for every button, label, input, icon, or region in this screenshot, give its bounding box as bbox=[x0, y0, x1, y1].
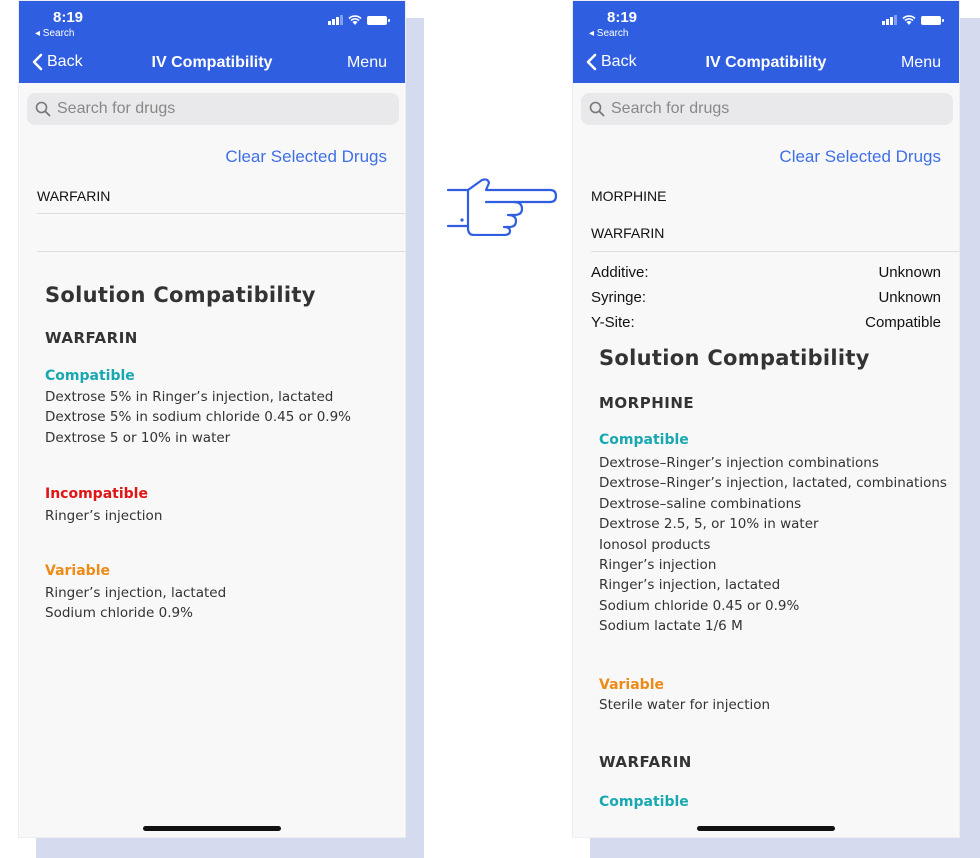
menu-button[interactable]: Menu bbox=[347, 54, 387, 72]
row-value: Unknown bbox=[878, 264, 941, 281]
back-label: Back bbox=[47, 53, 83, 70]
wifi-icon bbox=[348, 15, 362, 25]
variable-list: Ringer’s injection, lactated Sodium chlo… bbox=[45, 583, 226, 624]
list-item: Sodium lactate 1/6 M bbox=[599, 618, 743, 635]
search-bar[interactable] bbox=[581, 93, 953, 125]
search-bar[interactable] bbox=[27, 93, 399, 125]
row-value: Unknown bbox=[878, 289, 941, 306]
compatible-label: Compatible bbox=[45, 368, 135, 384]
system-status-icons bbox=[328, 15, 390, 25]
chevron-left-icon bbox=[586, 53, 597, 71]
list-item: Ringer’s injection, lactated bbox=[599, 577, 781, 594]
list-item: Dextrose 5% in Ringer’s injection, lacta… bbox=[45, 389, 334, 405]
list-item: Ringer’s injection, lactated bbox=[45, 585, 227, 601]
variable-label: Variable bbox=[45, 563, 110, 579]
compatible-list: Dextrose–Ringer’s injection combinations… bbox=[599, 453, 947, 637]
divider bbox=[591, 251, 959, 252]
nav-header: 8:19 ◂ Search Back IV Compatibility Menu bbox=[19, 1, 405, 83]
syringe-row: Syringe: Unknown bbox=[591, 289, 941, 306]
compatible-label: Compatible bbox=[599, 432, 689, 448]
y-site-row: Y-Site: Compatible bbox=[591, 314, 941, 331]
home-indicator bbox=[697, 826, 835, 831]
clear-selected-drugs-button[interactable]: Clear Selected Drugs bbox=[779, 147, 941, 167]
system-status-icons bbox=[882, 15, 944, 25]
battery-icon bbox=[921, 16, 944, 25]
battery-icon bbox=[367, 16, 390, 25]
chevron-left-icon bbox=[32, 53, 43, 71]
back-to-app-link[interactable]: ◂ Search bbox=[35, 28, 74, 39]
right-phone-screen: 8:19 ◂ Search Back IV Compatibility Menu… bbox=[572, 0, 960, 838]
selected-drug-item[interactable]: WARFARIN bbox=[37, 188, 110, 204]
home-indicator bbox=[143, 826, 281, 831]
divider bbox=[37, 213, 405, 214]
clear-selected-drugs-button[interactable]: Clear Selected Drugs bbox=[225, 147, 387, 167]
drug-heading: WARFARIN bbox=[599, 753, 692, 771]
list-item: Dextrose–Ringer’s injection combinations bbox=[599, 455, 879, 471]
list-item: Sterile water for injection bbox=[599, 697, 771, 713]
list-item: Dextrose 5 or 10% in water bbox=[45, 429, 231, 446]
status-time: 8:19 bbox=[53, 9, 84, 26]
row-label: Syringe: bbox=[591, 289, 647, 306]
list-item: Dextrose–Ringer’s injection, lactated, c… bbox=[599, 475, 947, 492]
search-input[interactable] bbox=[57, 100, 377, 118]
row-value: Compatible bbox=[865, 314, 941, 331]
additive-row: Additive: Unknown bbox=[591, 264, 941, 281]
list-item: Ionosol products bbox=[599, 536, 711, 553]
back-button[interactable]: Back bbox=[585, 53, 637, 71]
list-item: Dextrose 5% in sodium chloride 0.45 or 0… bbox=[45, 409, 352, 426]
solution-compatibility-heading: Solution Compatibility bbox=[45, 283, 316, 307]
back-button[interactable]: Back bbox=[31, 53, 83, 71]
list-item: Dextrose–saline combinations bbox=[599, 495, 802, 512]
drug-heading: WARFARIN bbox=[45, 329, 138, 347]
variable-list: Sterile water for injection bbox=[599, 695, 770, 715]
list-item: Ringer’s injection bbox=[599, 557, 717, 574]
row-label: Y-Site: bbox=[591, 314, 635, 331]
signal-icon bbox=[328, 15, 343, 25]
wifi-icon bbox=[902, 15, 916, 25]
compatible-list: Dextrose 5% in Ringer’s injection, lacta… bbox=[45, 387, 351, 448]
back-label: Back bbox=[601, 53, 637, 70]
menu-button[interactable]: Menu bbox=[901, 54, 941, 72]
selected-drug-item[interactable]: MORPHINE bbox=[591, 188, 666, 204]
compatible-label: Compatible bbox=[599, 794, 689, 810]
incompatible-list: Ringer’s injection bbox=[45, 506, 162, 526]
pointing-hand-icon bbox=[446, 178, 558, 236]
row-label: Additive: bbox=[591, 264, 649, 281]
list-item: Ringer’s injection bbox=[45, 508, 163, 524]
selected-drug-item[interactable]: WARFARIN bbox=[591, 225, 664, 241]
search-icon bbox=[589, 101, 605, 117]
back-to-app-link[interactable]: ◂ Search bbox=[589, 28, 628, 39]
search-icon bbox=[35, 101, 51, 117]
divider bbox=[37, 251, 405, 252]
list-item: Sodium chloride 0.45 or 0.9% bbox=[599, 597, 800, 614]
nav-header: 8:19 ◂ Search Back IV Compatibility Menu bbox=[573, 1, 959, 83]
variable-label: Variable bbox=[599, 677, 664, 693]
solution-compatibility-heading: Solution Compatibility bbox=[599, 346, 870, 370]
list-item: Sodium chloride 0.9% bbox=[45, 605, 193, 622]
incompatible-label: Incompatible bbox=[45, 486, 148, 502]
drug-heading: MORPHINE bbox=[599, 394, 695, 412]
status-time: 8:19 bbox=[607, 9, 638, 26]
search-input[interactable] bbox=[611, 100, 931, 118]
signal-icon bbox=[882, 15, 897, 25]
left-phone-screen: 8:19 ◂ Search Back IV Compatibility Menu… bbox=[18, 0, 406, 838]
list-item: Dextrose 2.5, 5, or 10% in water bbox=[599, 516, 819, 533]
